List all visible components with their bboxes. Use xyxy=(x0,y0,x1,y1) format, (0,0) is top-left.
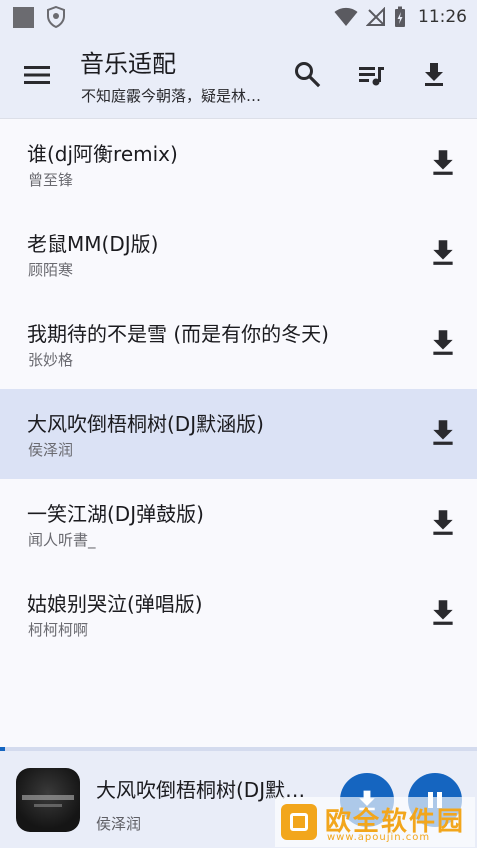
song-artist: 柯柯柯啊 xyxy=(28,621,89,639)
app-square-icon xyxy=(13,7,34,28)
progress-fill xyxy=(0,747,5,751)
download-icon[interactable] xyxy=(428,507,458,537)
song-title: 老鼠MM(DJ版) xyxy=(27,232,159,256)
playlist-button[interactable] xyxy=(355,58,387,90)
search-button[interactable] xyxy=(291,58,323,90)
song-row[interactable]: 大风吹倒梧桐树(DJ默涵版) 侯泽润 xyxy=(0,389,477,479)
download-icon[interactable] xyxy=(428,597,458,627)
player-artist: 侯泽润 xyxy=(96,815,142,833)
status-bar: 11:26 xyxy=(0,0,477,34)
song-title: 我期待的不是雪 (而是有你的冬天) xyxy=(27,322,329,346)
song-title: 谁(dj阿衡remix) xyxy=(27,142,178,166)
song-row[interactable]: 一笑江湖(DJ弹鼓版) 闻人听書_ xyxy=(0,479,477,569)
wifi-icon xyxy=(334,7,358,26)
clock: 11:26 xyxy=(418,7,467,27)
song-row[interactable]: 我期待的不是雪 (而是有你的冬天) 张妙格 xyxy=(0,299,477,389)
download-icon[interactable] xyxy=(428,237,458,267)
album-cover[interactable] xyxy=(16,768,80,832)
page-subtitle: 不知庭霰今朝落，疑是林… xyxy=(81,87,262,105)
player-song-title: 大风吹倒梧桐树(DJ默… xyxy=(96,778,306,802)
progress-bar[interactable] xyxy=(0,747,477,751)
song-title: 一笑江湖(DJ弹鼓版) xyxy=(27,502,204,526)
search-icon xyxy=(295,62,321,88)
playlist-icon xyxy=(359,67,384,86)
song-artist: 侯泽润 xyxy=(28,441,74,459)
song-artist: 顾陌寒 xyxy=(28,261,74,279)
song-title: 姑娘别哭泣(弹唱版) xyxy=(27,592,203,616)
download-all-button[interactable] xyxy=(418,58,450,90)
song-row[interactable]: 老鼠MM(DJ版) 顾陌寒 xyxy=(0,209,477,299)
song-row[interactable]: 谁(dj阿衡remix) 曾至锋 xyxy=(0,119,477,209)
song-artist: 张妙格 xyxy=(28,351,74,369)
download-icon[interactable] xyxy=(428,327,458,357)
download-icon[interactable] xyxy=(428,417,458,447)
watermark-logo-icon xyxy=(281,804,317,840)
download-icon xyxy=(425,63,443,86)
watermark: 欧全软件园 www.apoujin.com xyxy=(275,797,475,847)
app-bar: 音乐适配 不知庭霰今朝落，疑是林… xyxy=(0,34,477,119)
download-icon[interactable] xyxy=(428,147,458,177)
watermark-url: www.apoujin.com xyxy=(327,832,431,843)
song-list: 谁(dj阿衡remix) 曾至锋老鼠MM(DJ版) 顾陌寒我期待的不是雪 (而是有你… xyxy=(0,119,477,659)
song-title: 大风吹倒梧桐树(DJ默涵版) xyxy=(27,412,264,436)
no-signal-icon xyxy=(366,7,385,26)
menu-icon[interactable] xyxy=(22,60,52,90)
song-row[interactable]: 姑娘别哭泣(弹唱版) 柯柯柯啊 xyxy=(0,569,477,659)
shield-icon xyxy=(47,6,65,28)
song-artist: 闻人听書_ xyxy=(28,531,96,549)
song-artist: 曾至锋 xyxy=(28,171,74,189)
battery-charging-icon xyxy=(395,6,405,27)
page-title: 音乐适配 xyxy=(80,50,176,78)
